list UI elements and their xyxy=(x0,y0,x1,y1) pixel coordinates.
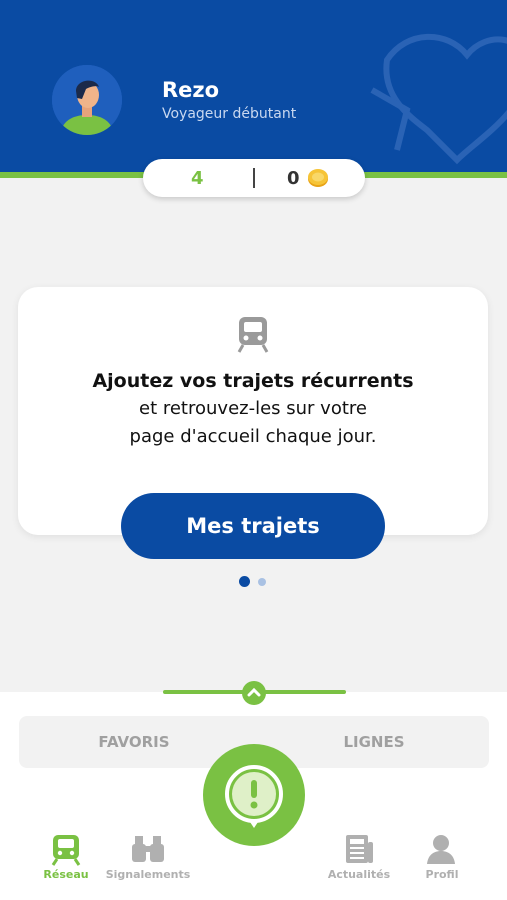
tab-label-signalements[interactable]: Signalements xyxy=(98,868,198,881)
coins-count: 0 xyxy=(287,168,300,189)
alert-icon xyxy=(225,765,283,828)
tab-actualites[interactable] xyxy=(319,834,399,868)
avatar[interactable] xyxy=(52,65,122,135)
brand-watermark-icon xyxy=(370,33,507,165)
drag-handle-knob[interactable] xyxy=(242,681,266,705)
train-icon xyxy=(237,317,269,353)
stats-divider xyxy=(253,168,255,188)
carousel-dot-active[interactable] xyxy=(239,576,250,587)
points-count: 4 xyxy=(191,168,204,189)
newspaper-icon xyxy=(346,835,373,863)
profile-header: Rezo Voyageur débutant xyxy=(0,0,507,172)
user-level: Voyageur débutant xyxy=(162,106,297,122)
coin-icon xyxy=(308,169,328,187)
user-avatar-icon xyxy=(52,65,122,135)
my-trips-button[interactable]: Mes trajets xyxy=(121,493,385,559)
tab-profil[interactable] xyxy=(401,834,481,868)
tab-label-profil[interactable]: Profil xyxy=(392,868,492,881)
binoculars-icon xyxy=(132,836,164,862)
report-fab-button[interactable] xyxy=(203,744,305,846)
tab-lignes[interactable]: LIGNES xyxy=(299,716,449,768)
chevron-up-icon xyxy=(247,687,261,697)
tab-signalements[interactable] xyxy=(108,834,188,868)
tab-reseau[interactable] xyxy=(26,834,106,870)
card-text-line-2: page d'accueil chaque jour. xyxy=(129,426,377,447)
tab-favoris[interactable]: FAVORIS xyxy=(59,716,209,768)
person-icon xyxy=(427,835,455,864)
stats-pill[interactable]: 4 0 xyxy=(143,159,365,197)
card-text-line-1: et retrouvez-les sur votre xyxy=(139,398,367,419)
train-icon xyxy=(51,835,81,866)
user-name: Rezo xyxy=(162,78,220,102)
card-title: Ajoutez vos trajets récurrents xyxy=(92,370,414,392)
carousel-dot[interactable] xyxy=(258,578,266,586)
